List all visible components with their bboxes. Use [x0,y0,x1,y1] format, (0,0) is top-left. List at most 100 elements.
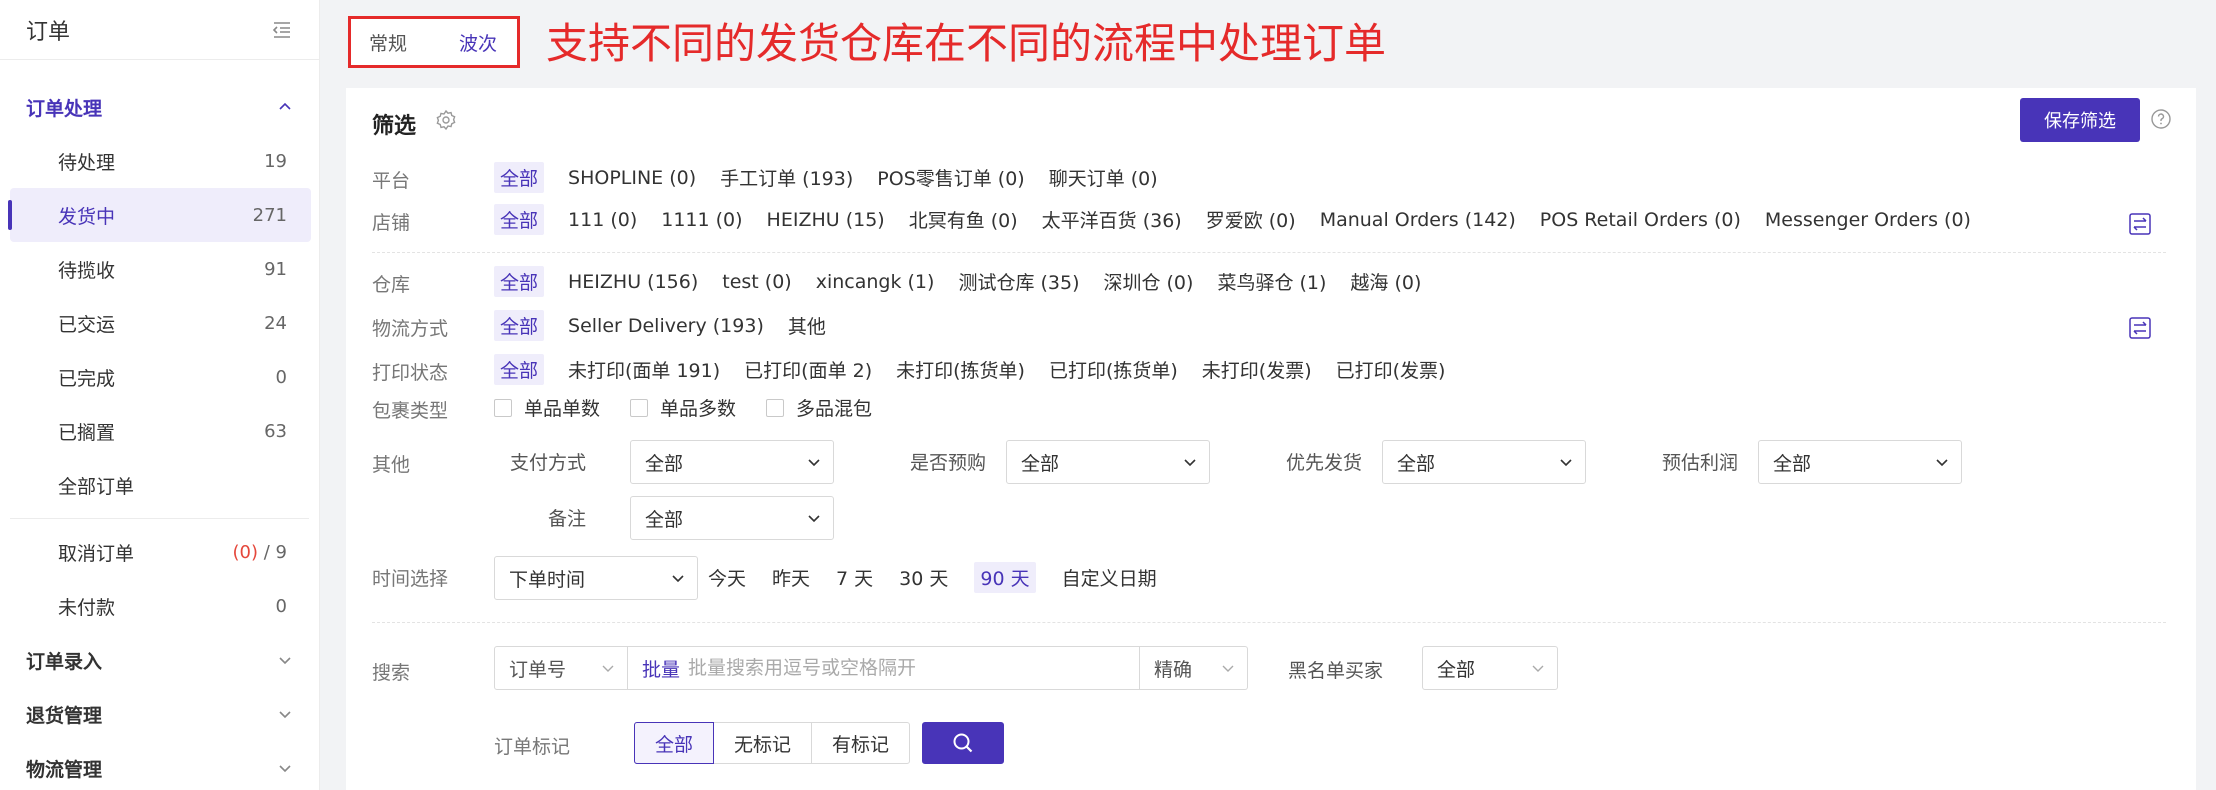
shop-option[interactable]: 罗爱欧 (0) [1206,206,1296,233]
chevron-down-icon [279,765,291,773]
expand-toggle-icon[interactable] [2128,212,2152,236]
sidebar-item-shipping[interactable]: 发货中 271 [8,188,311,242]
time-range-option[interactable]: 昨天 [772,564,810,591]
mark-none-button[interactable]: 无标记 [713,722,813,764]
remark-select[interactable]: 全部 [630,496,834,540]
print-status-option[interactable]: 已打印(拣货单) [1049,356,1178,383]
chevron-down-icon [808,515,820,523]
warehouse-option[interactable]: 全部 [494,266,545,297]
time-range-option[interactable]: 7 天 [836,564,873,591]
shop-label: 店铺 [372,212,411,234]
shop-option[interactable]: 太平洋百货 (36) [1042,206,1182,233]
sidebar-item-label: 发货中 [58,205,116,228]
sidebar-item-label: 已交运 [58,313,116,336]
logistics-option[interactable]: Seller Delivery (193) [568,315,764,337]
preorder-select[interactable]: 全部 [1006,440,1210,484]
logistics-option[interactable]: 其他 [788,312,826,339]
platform-option[interactable]: 手工订单 (193) [720,164,853,191]
warehouse-option[interactable]: HEIZHU (156) [568,271,698,293]
print-status-option[interactable]: 已打印(发票) [1336,356,1446,383]
sidebar-item-awaiting-pickup[interactable]: 待揽收 91 [10,242,311,296]
print-status-label: 打印状态 [372,362,449,384]
shop-option[interactable]: 北冥有鱼 (0) [909,206,1018,233]
warehouse-option[interactable]: xincangk (1) [816,271,935,293]
sidebar-item-count: (0) / 9 [233,542,287,563]
print-status-option[interactable]: 未打印(面单 191) [568,356,720,383]
select-value: 全部 [1773,452,1812,475]
save-filter-button[interactable]: 保存筛选 [2020,98,2140,142]
help-icon[interactable] [2150,108,2172,130]
logistics-option[interactable]: 全部 [494,310,545,341]
shop-option[interactable]: Messenger Orders (0) [1765,209,1971,231]
gear-icon[interactable] [434,108,458,132]
package-single-multi-checkbox[interactable]: 单品多数 [630,394,736,421]
checkbox-box[interactable] [630,398,649,417]
logistics-options: 全部 Seller Delivery (193) 其他 [494,310,826,341]
warehouse-option[interactable]: test (0) [722,271,791,293]
sidebar-item-count: 24 [264,312,287,334]
priority-shipping-select[interactable]: 全部 [1382,440,1586,484]
blacklist-label: 黑名单买家 [1288,660,1384,682]
print-status-option[interactable]: 未打印(拣货单) [896,356,1025,383]
collapse-menu-icon[interactable] [271,19,293,41]
sidebar-item-pending[interactable]: 待处理 19 [10,134,311,188]
search-button[interactable] [922,722,1004,764]
platform-option[interactable]: 全部 [494,162,545,193]
package-single-single-checkbox[interactable]: 单品单数 [494,394,600,421]
warehouse-option[interactable]: 测试仓库 (35) [958,268,1079,295]
time-range-option[interactable]: 自定义日期 [1062,564,1157,591]
print-status-option[interactable]: 未打印(发票) [1202,356,1312,383]
shop-option[interactable]: 111 (0) [568,209,637,231]
remark-label: 备注 [547,508,586,530]
warehouse-option[interactable]: 菜鸟驿仓 (1) [1217,268,1326,295]
shop-option[interactable]: POS Retail Orders (0) [1540,209,1741,231]
checkbox-box[interactable] [766,398,785,417]
sidebar-group-order-processing[interactable]: 订单处理 [0,80,319,134]
sidebar-group-order-entry[interactable]: 订单录入 [0,633,319,687]
platform-label: 平台 [372,170,411,192]
checkbox-box[interactable] [494,398,512,417]
estimated-profit-select[interactable]: 全部 [1758,440,1962,484]
sidebar-item-all-orders[interactable]: 全部订单 [10,458,311,512]
expand-toggle-icon[interactable] [2128,316,2152,340]
select-value: 全部 [645,452,684,475]
mark-all-button[interactable]: 全部 [634,722,715,764]
platform-option[interactable]: 聊天订单 (0) [1049,164,1158,191]
batch-search-link[interactable]: 批量 [642,655,680,682]
sidebar-item-shipped[interactable]: 已交运 24 [10,296,311,350]
sidebar-item-on-hold[interactable]: 已搁置 63 [10,404,311,458]
search-mode-select[interactable]: 精确 [1140,646,1248,690]
sidebar-item-completed[interactable]: 已完成 0 [10,350,311,404]
sidebar-group-logistics[interactable]: 物流管理 [0,741,319,790]
time-range-option[interactable]: 90 天 [974,562,1036,593]
warehouse-label: 仓库 [372,274,411,296]
shop-option[interactable]: 1111 (0) [661,209,742,231]
platform-option[interactable]: SHOPLINE (0) [568,167,696,189]
blacklist-select[interactable]: 全部 [1422,646,1558,690]
package-mixed-checkbox[interactable]: 多品混包 [766,394,872,421]
search-field-select[interactable]: 订单号 [494,646,628,690]
payment-method-select[interactable]: 全部 [630,440,834,484]
shop-option[interactable]: 全部 [494,204,545,235]
shop-option[interactable]: Manual Orders (142) [1320,209,1516,231]
mark-marked-button[interactable]: 有标记 [811,722,911,764]
sidebar-item-unpaid[interactable]: 未付款 0 [10,579,311,633]
time-range-option[interactable]: 30 天 [899,564,948,591]
platform-option[interactable]: POS零售订单 (0) [877,164,1024,191]
time-range-option[interactable]: 今天 [708,564,746,591]
sidebar-item-cancelled[interactable]: 取消订单 (0) / 9 [10,525,311,579]
chevron-down-icon [279,657,291,665]
warehouse-option[interactable]: 越海 (0) [1350,268,1421,295]
time-type-select[interactable]: 下单时间 [494,556,698,600]
warehouse-option[interactable]: 深圳仓 (0) [1103,268,1193,295]
tab-regular[interactable]: 常规 [369,29,407,56]
print-status-option[interactable]: 全部 [494,354,545,385]
sidebar-group-returns[interactable]: 退货管理 [0,687,319,741]
print-status-option[interactable]: 已打印(面单 2) [744,356,872,383]
search-input[interactable] [688,657,1109,679]
select-value: 订单号 [509,658,567,681]
shop-option[interactable]: HEIZHU (15) [767,209,885,231]
sidebar-title: 订单 [26,19,71,45]
tab-wave[interactable]: 波次 [459,29,497,56]
cancel-count-red: (0) [232,541,259,563]
